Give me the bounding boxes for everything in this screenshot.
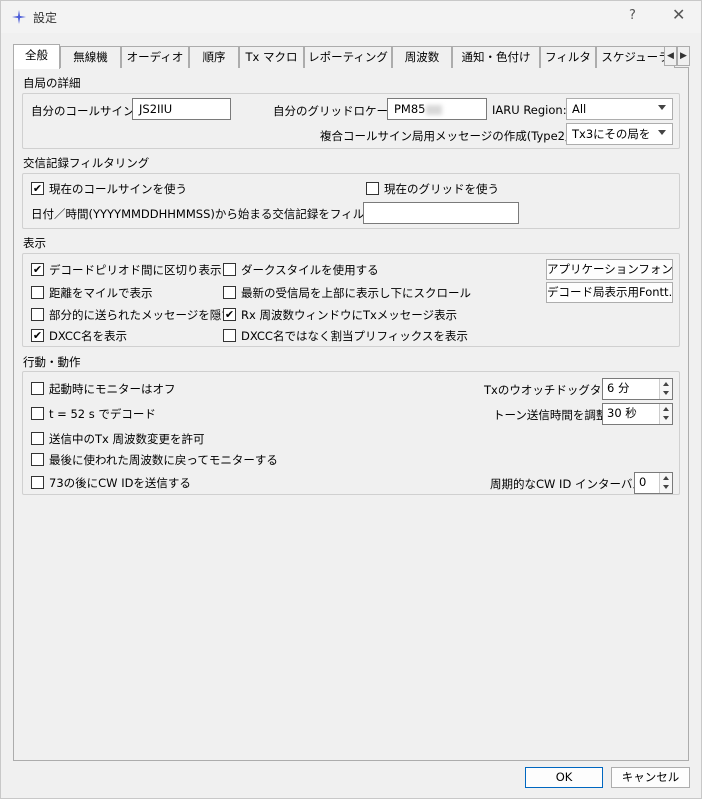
station-section-title: 自局の詳細 [23,76,81,90]
spin-arrows-icon[interactable] [659,404,672,424]
tab-bar: 全般 無線機 オーディオ 順序 Tx マクロ レポーティング 周波数 通知・色付… [13,44,677,69]
allow-tx-change-check [31,432,44,445]
distance-miles-label: 距離をマイルで表示 [49,286,153,300]
tab-general[interactable]: 全般 [13,44,60,69]
tab-tx-macros[interactable]: Tx マクロ [239,46,304,68]
tab-sequencing[interactable]: 順序 [189,46,239,68]
watchdog-spinbox[interactable]: 6 分 [602,378,673,400]
app-font-button[interactable]: アプリケーションフォント… [546,259,673,280]
datetime-filter-label: 日付／時間(YYYYMMDDHHMMSS)から始まる交信記録をフィルター [31,207,388,221]
cw-interval-spinbox[interactable]: 0 [634,472,673,494]
region-value: All [572,102,587,116]
ok-button[interactable]: OK [525,767,603,788]
grid-label: 自分のグリッドロケータ: [273,104,404,118]
region-select[interactable]: All [566,98,673,120]
type2-label: 複合コールサイン局用メッセージの作成(Type2用): [320,129,585,143]
dxcc-names-label: DXCC名を表示 [49,329,127,343]
grid-redacted [425,104,442,115]
use-callsign-check: ✔ [31,182,44,195]
cw-id-73-check [31,476,44,489]
monitor-off-label: 起動時にモニターはオフ [49,382,176,396]
cw-id-73-label: 73の後にCW IDを送信する [49,476,191,490]
dark-style-label: ダークスタイルを使用する [241,263,379,277]
type2-select[interactable]: Tx3にその局を [566,123,673,145]
dxcc-prefix-label: DXCC名ではなく割当プリフィックスを表示 [241,329,468,343]
rx-tx-messages-check: ✔ [223,308,236,321]
dark-style-check [223,263,236,276]
decode-52-label: t = 52 s でデコード [49,407,156,421]
chevron-down-icon [658,105,666,110]
dxcc-prefix-check [223,329,236,342]
distance-miles-check [31,286,44,299]
tab-filters[interactable]: フィルタ [540,46,596,68]
cancel-button[interactable]: キャンセル [611,767,690,788]
title-bar: 設定 ? ✕ [1,1,701,33]
region-label: IARU Region: [492,103,567,117]
use-grid-label: 現在のグリッドを使う [384,182,499,196]
decode-font-button[interactable]: デコード局表示用Fontt… [546,282,673,303]
use-grid-check [366,182,379,195]
newest-top-label: 最新の受信局を上部に表示し下にスクロール [241,286,471,300]
hide-partial-label: 部分的に送られたメッセージを隠す [49,308,233,322]
spin-arrows-icon[interactable] [659,379,672,399]
close-button[interactable]: ✕ [672,5,685,24]
tone-duration-label: トーン送信時間を調整 [493,408,608,422]
chevron-down-icon [658,130,666,135]
window-title: 設定 [33,11,58,25]
allow-tx-change-label: 送信中のTx 周波数変更を許可 [49,432,205,446]
newest-top-check [223,286,236,299]
hide-partial-check [31,308,44,321]
callsign-label: 自分のコールサイン: [31,104,139,118]
grid-value: PM85 [394,102,426,116]
tab-radio[interactable]: 無線機 [60,46,121,68]
log-filter-section-title: 交信記録フィルタリング [23,156,150,170]
dxcc-names-check: ✔ [31,329,44,342]
settings-dialog: 設定 ? ✕ 全般 無線機 オーディオ 順序 Tx マクロ レポーティング 周波… [0,0,702,799]
decode-52-check [31,407,44,420]
behavior-section-title: 行動・動作 [23,355,81,369]
tab-reporting[interactable]: レポーティング [304,46,392,68]
monitor-last-check [31,453,44,466]
decode-separator-check: ✔ [31,263,44,276]
decode-separator-label: デコードピリオド間に区切り表示 [49,263,222,277]
help-button[interactable]: ? [629,8,636,23]
monitor-last-label: 最後に使われた周波数に戻ってモニターする [49,453,278,467]
monitor-off-check [31,382,44,395]
use-callsign-label: 現在のコールサインを使う [49,182,187,196]
tab-frequencies[interactable]: 周波数 [392,46,452,68]
tone-duration-spinbox[interactable]: 30 秒 [602,403,673,425]
datetime-filter-input[interactable] [363,202,519,224]
callsign-input[interactable]: JS2IIU [132,98,231,120]
tone-duration-value: 30 秒 [607,406,637,420]
grid-input[interactable]: PM85 [387,98,487,120]
display-section-title: 表示 [23,236,46,250]
rx-tx-messages-label: Rx 周波数ウィンドウにTxメッセージ表示 [241,308,458,322]
cw-interval-label: 周期的なCW ID インターバル: [490,477,648,491]
watchdog-value: 6 分 [607,381,630,395]
spin-arrows-icon[interactable] [659,473,672,493]
tab-scroll-right-button[interactable]: ▶ [677,46,690,66]
type2-value: Tx3にその局を [572,127,651,141]
tab-notifications[interactable]: 通知・色付け [452,46,540,68]
app-icon [12,10,26,24]
cw-interval-value: 0 [639,475,647,489]
tab-scroll-left-button[interactable]: ◀ [664,46,677,66]
tab-audio[interactable]: オーディオ [121,46,189,68]
